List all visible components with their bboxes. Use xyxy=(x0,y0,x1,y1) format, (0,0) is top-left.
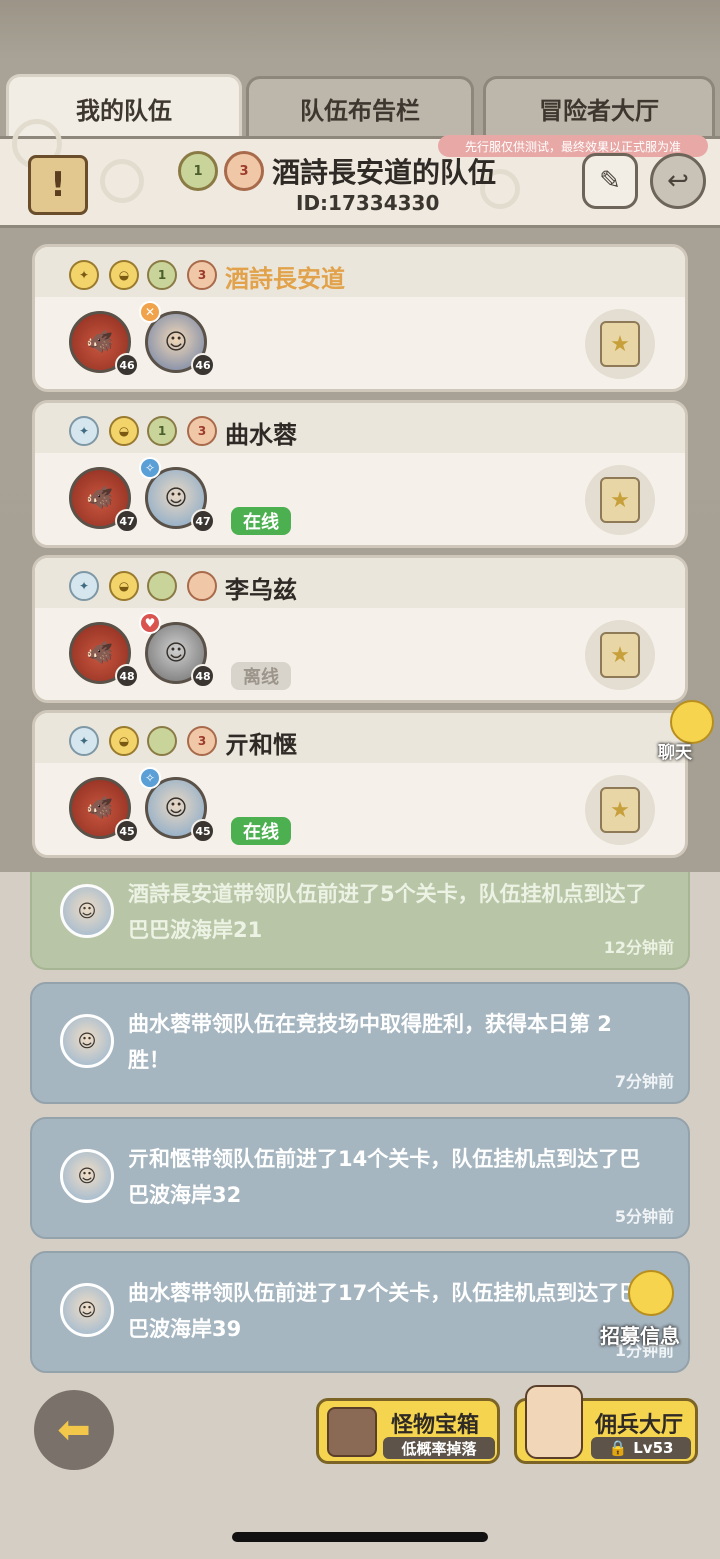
tab-team-board[interactable]: 队伍布告栏 xyxy=(246,76,474,138)
map-badge-icon xyxy=(147,571,177,601)
member-action-button[interactable]: ★ xyxy=(585,465,655,535)
tab-bar: 我的队伍 队伍布告栏 冒险者大厅 xyxy=(6,74,715,140)
exclamation-icon: ! xyxy=(50,165,66,205)
recruit-info-button[interactable]: 招募信息 xyxy=(600,1270,700,1350)
team-notice-button[interactable]: ! xyxy=(28,155,88,215)
member-name: 酒詩長安道 xyxy=(225,265,345,293)
home-indicator xyxy=(232,1532,488,1542)
status-badge: 在线 xyxy=(231,817,291,845)
member-card: ✦ ◒ 李乌兹 🐗 48 ☺ ♥ 48 离线 ★ xyxy=(32,555,688,703)
mercenary-hall-button[interactable]: 佣兵大厅 🔒 Lv53 xyxy=(514,1385,698,1464)
hero-level: 45 xyxy=(191,819,215,843)
member-card: ✦ ◒ 1 3 曲水蓉 🐗 47 ☺ ✧ 47 在线 ★ xyxy=(32,400,688,548)
helmet-icon: ◒ xyxy=(109,726,139,756)
feed-item: ☺ 亓和惬带领队伍前进了14个关卡，队伍挂机点到达了巴巴波海岸32 5分钟前 xyxy=(30,1117,690,1239)
member-card: ✦ ◒ 1 3 酒詩長安道 🐗 46 ☺ ✕ 46 ★ xyxy=(32,244,688,392)
team-name: 酒詩長安道的队伍 xyxy=(272,156,497,189)
class-icon: ✕ xyxy=(139,301,161,323)
helmet-icon: ◒ xyxy=(109,571,139,601)
monster-badge-icon: 3 xyxy=(187,260,217,290)
member-action-button[interactable]: ★ xyxy=(585,309,655,379)
member-name: 曲水蓉 xyxy=(225,421,297,449)
chat-label: 聊天 xyxy=(658,743,692,763)
tap-card-icon: ★ xyxy=(600,477,640,523)
feed-text: 酒詩長安道带领队伍前进了5个关卡，队伍挂机点到达了巴巴波海岸21 xyxy=(128,882,647,942)
team-id: ID:17334330 xyxy=(296,191,440,215)
feed-avatar: ☺ xyxy=(60,884,114,938)
tap-card-icon: ★ xyxy=(600,632,640,678)
map-badge-icon: 1 xyxy=(147,416,177,446)
feed-item: ☺ 曲水蓉带领队伍前进了17个关卡，队伍挂机点到达了巴巴波海岸39 1分钟前 xyxy=(30,1251,690,1373)
monster-chest-title: 怪物宝箱 xyxy=(391,1413,480,1438)
class-icon: ✧ xyxy=(139,457,161,479)
team-header: ! 1 3 酒詩長安道的队伍 ID:17334330 先行服仅供测试，最终效果以… xyxy=(0,119,720,228)
class-icon: ♥ xyxy=(139,612,161,634)
chat-button[interactable]: 聊天 xyxy=(650,700,718,763)
monster-badge-icon: 3 xyxy=(187,416,217,446)
monster-chest-button[interactable]: 怪物宝箱 低概率掉落 xyxy=(316,1398,500,1464)
map-badge-icon: 1 xyxy=(147,260,177,290)
exit-team-button[interactable]: ↩ xyxy=(650,153,706,209)
feed-avatar: ☺ xyxy=(60,1283,114,1337)
class-icon: ✧ xyxy=(139,767,161,789)
map-badge-icon: 1 xyxy=(178,151,218,191)
feed-avatar: ☺ xyxy=(60,1149,114,1203)
lock-icon: 🔒 xyxy=(608,1439,628,1457)
mercenary-hall-sub: 🔒 Lv53 xyxy=(591,1437,691,1459)
leader-shield-icon: ✦ xyxy=(69,260,99,290)
mercenary-character-icon xyxy=(525,1385,583,1459)
helmet-icon: ◒ xyxy=(109,416,139,446)
shield-icon: ✦ xyxy=(69,416,99,446)
hero-level: 47 xyxy=(191,509,215,533)
mercenary-level-requirement: Lv53 xyxy=(633,1439,674,1457)
monster-badge-icon xyxy=(187,571,217,601)
hero-level: 48 xyxy=(191,664,215,688)
pet-level: 46 xyxy=(115,353,139,377)
recruit-mascot-icon xyxy=(628,1270,674,1316)
status-badge: 在线 xyxy=(231,507,291,535)
member-action-button[interactable]: ★ xyxy=(585,620,655,690)
feed-time: 7分钟前 xyxy=(614,1072,674,1091)
feed-time: 5分钟前 xyxy=(614,1207,674,1226)
feed-time: 12分钟前 xyxy=(603,938,674,957)
feed-text: 亓和惬带领队伍前进了14个关卡，队伍挂机点到达了巴巴波海岸32 xyxy=(128,1147,641,1207)
treasure-chest-icon xyxy=(327,1407,377,1457)
pet-level: 48 xyxy=(115,664,139,688)
member-card: ✦ ◒ 3 亓和惬 🐗 45 ☺ ✧ 45 在线 ★ xyxy=(32,710,688,858)
monster-chest-sub: 低概率掉落 xyxy=(383,1437,495,1459)
edit-button[interactable]: ✎ xyxy=(582,153,638,209)
recruit-label: 招募信息 xyxy=(600,1324,680,1348)
shield-icon: ✦ xyxy=(69,571,99,601)
feed-item: ☺ 酒詩長安道带领队伍前进了5个关卡，队伍挂机点到达了巴巴波海岸21 12分钟前 xyxy=(30,872,690,970)
pet-level: 45 xyxy=(115,819,139,843)
monster-badge-icon: 3 xyxy=(224,151,264,191)
shield-icon: ✦ xyxy=(69,726,99,756)
member-name: 亓和惬 xyxy=(225,731,297,759)
status-badge: 离线 xyxy=(231,662,291,690)
monster-badge-icon: 3 xyxy=(187,726,217,756)
feed-item: ☺ 曲水蓉带领队伍在竞技场中取得胜利，获得本日第 2 胜！ 7分钟前 xyxy=(30,982,690,1104)
decor-swirl xyxy=(100,159,144,203)
back-arrow-icon: ⬅ xyxy=(57,1407,91,1453)
feed-text: 曲水蓉带领队伍在竞技场中取得胜利，获得本日第 2 胜！ xyxy=(128,1012,612,1072)
exit-icon: ↩ xyxy=(667,166,689,196)
member-name: 李乌兹 xyxy=(225,576,297,604)
tap-card-icon: ★ xyxy=(600,321,640,367)
member-action-button[interactable]: ★ xyxy=(585,775,655,845)
feed-avatar: ☺ xyxy=(60,1014,114,1068)
hero-level: 46 xyxy=(191,353,215,377)
pet-level: 47 xyxy=(115,509,139,533)
edit-note-icon: ✎ xyxy=(599,166,621,196)
tab-adventurer-hall[interactable]: 冒险者大厅 xyxy=(483,76,715,138)
mercenary-hall-title: 佣兵大厅 xyxy=(595,1413,684,1438)
map-badge-icon xyxy=(147,726,177,756)
feed-text: 曲水蓉带领队伍前进了17个关卡，队伍挂机点到达了巴巴波海岸39 xyxy=(128,1281,641,1341)
tap-card-icon: ★ xyxy=(600,787,640,833)
helmet-icon: ◒ xyxy=(109,260,139,290)
back-button[interactable]: ⬅ xyxy=(34,1390,114,1470)
